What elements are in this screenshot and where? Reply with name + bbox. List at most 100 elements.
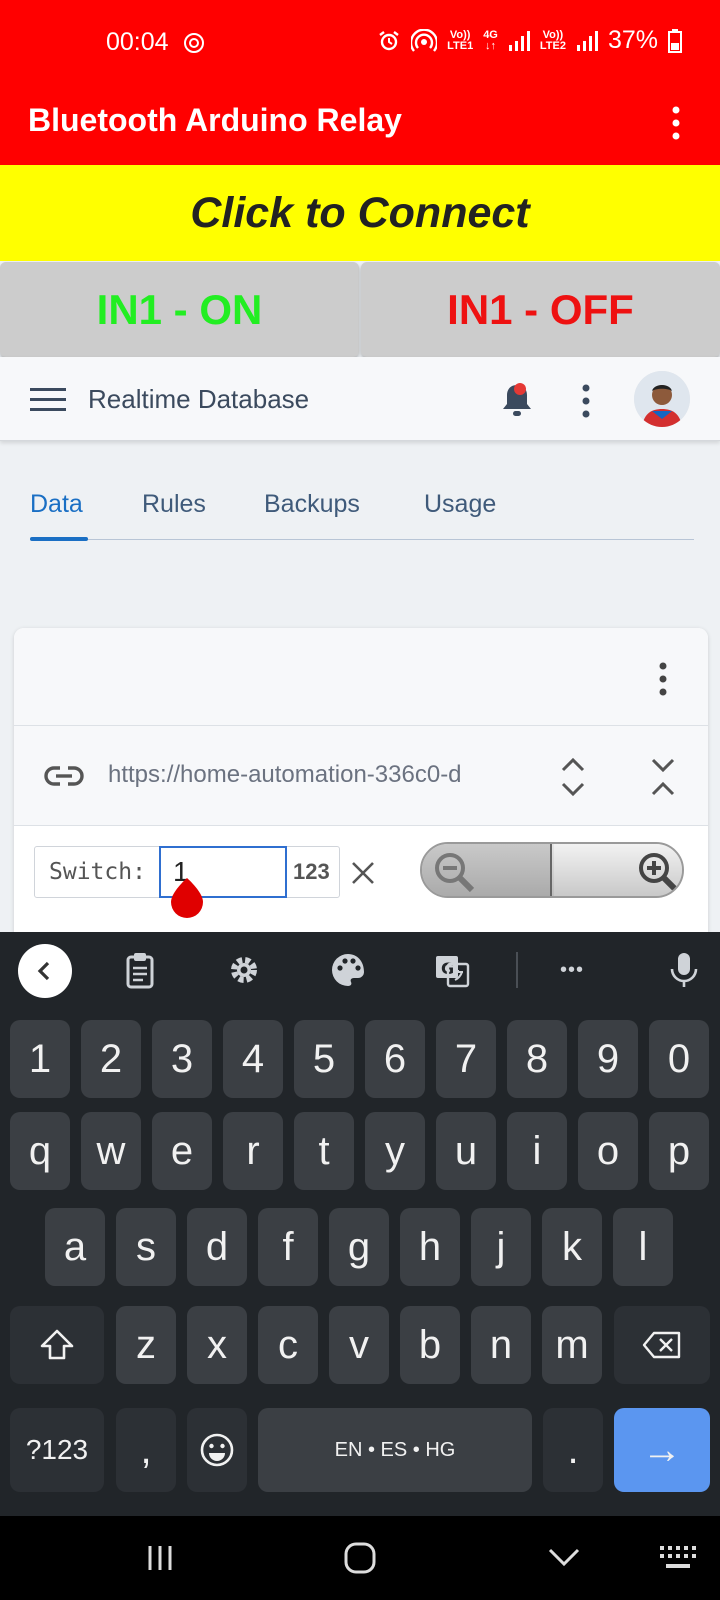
tab-usage[interactable]: Usage bbox=[424, 490, 496, 519]
key-6[interactable]: 6 bbox=[365, 1020, 425, 1098]
key-2[interactable]: 2 bbox=[81, 1020, 141, 1098]
space-key[interactable]: EN • ES • HG bbox=[258, 1408, 532, 1492]
link-icon[interactable] bbox=[44, 762, 84, 790]
app-title: Bluetooth Arduino Relay bbox=[28, 102, 402, 138]
key-7[interactable]: 7 bbox=[436, 1020, 496, 1098]
keyboard-toolbar: G ••• bbox=[0, 932, 720, 1010]
key-u[interactable]: u bbox=[436, 1112, 496, 1190]
clipboard-icon[interactable] bbox=[120, 950, 160, 990]
card-header bbox=[14, 628, 708, 726]
key-i[interactable]: i bbox=[507, 1112, 567, 1190]
tab-rules[interactable]: Rules bbox=[142, 490, 206, 519]
key-m[interactable]: m bbox=[542, 1306, 602, 1384]
key-h[interactable]: h bbox=[400, 1208, 460, 1286]
key-f[interactable]: f bbox=[258, 1208, 318, 1286]
key-n[interactable]: n bbox=[471, 1306, 531, 1384]
key-0[interactable]: 0 bbox=[649, 1020, 709, 1098]
status-icons: Vo)) LTE1 4G ↓↑ Vo)) LTE2 37% bbox=[377, 26, 682, 55]
key-a[interactable]: a bbox=[45, 1208, 105, 1286]
navigation-bar bbox=[0, 1516, 720, 1600]
status-bar: 00:04 Vo)) LTE1 4G ↓↑ Vo)) LTE2 37% bbox=[0, 0, 720, 88]
emoji-icon bbox=[200, 1433, 234, 1467]
backspace-icon bbox=[642, 1331, 681, 1359]
keyboard: G ••• 1 2 3 4 5 6 7 8 9 0 q w e r t y u … bbox=[0, 932, 720, 1516]
battery-icon bbox=[668, 28, 682, 53]
connect-button[interactable]: Click to Connect bbox=[0, 165, 720, 261]
backspace-key[interactable] bbox=[614, 1306, 710, 1384]
zoom-in-button[interactable] bbox=[554, 844, 682, 896]
home-icon[interactable] bbox=[344, 1542, 376, 1574]
collapse-all-icon[interactable] bbox=[648, 756, 678, 798]
key-s[interactable]: s bbox=[116, 1208, 176, 1286]
translate-icon[interactable]: G bbox=[432, 950, 472, 990]
key-e[interactable]: e bbox=[152, 1112, 212, 1190]
key-5[interactable]: 5 bbox=[294, 1020, 354, 1098]
key-x[interactable]: x bbox=[187, 1306, 247, 1384]
symbols-key[interactable]: ?123 bbox=[10, 1408, 104, 1492]
comma-key[interactable]: , bbox=[116, 1408, 176, 1492]
key-c[interactable]: c bbox=[258, 1306, 318, 1384]
more-options-icon[interactable]: ••• bbox=[560, 950, 600, 990]
key-z[interactable]: z bbox=[116, 1306, 176, 1384]
key-b[interactable]: b bbox=[400, 1306, 460, 1384]
key-k[interactable]: k bbox=[542, 1208, 602, 1286]
tab-backups[interactable]: Backups bbox=[264, 490, 360, 519]
key-d[interactable]: d bbox=[187, 1208, 247, 1286]
key-t[interactable]: t bbox=[294, 1112, 354, 1190]
back-chevron-down-icon[interactable] bbox=[548, 1546, 580, 1570]
enter-key[interactable]: → bbox=[614, 1408, 710, 1492]
avatar[interactable] bbox=[634, 371, 690, 427]
keyboard-hide-icon[interactable] bbox=[658, 1544, 698, 1572]
key-y[interactable]: y bbox=[365, 1112, 425, 1190]
network-lte1: Vo)) LTE1 bbox=[447, 28, 474, 52]
zoom-control bbox=[420, 842, 684, 898]
tab-data[interactable]: Data bbox=[30, 490, 83, 519]
network-lte2: Vo)) LTE2 bbox=[539, 28, 566, 52]
key-9[interactable]: 9 bbox=[578, 1020, 638, 1098]
key-o[interactable]: o bbox=[578, 1112, 638, 1190]
key-w[interactable]: w bbox=[81, 1112, 141, 1190]
zoom-out-button[interactable] bbox=[422, 844, 552, 896]
relay-off-button[interactable]: IN1 - OFF bbox=[361, 262, 720, 357]
shift-icon bbox=[40, 1329, 74, 1360]
more-options-icon[interactable] bbox=[578, 383, 594, 419]
microphone-icon[interactable] bbox=[664, 950, 704, 990]
card-more-options-icon[interactable] bbox=[657, 662, 669, 696]
page-title: Realtime Database bbox=[88, 384, 310, 414]
key-4[interactable]: 4 bbox=[223, 1020, 283, 1098]
hamburger-menu-icon[interactable] bbox=[30, 387, 66, 413]
key-8[interactable]: 8 bbox=[507, 1020, 567, 1098]
emoji-key[interactable] bbox=[187, 1408, 247, 1492]
key-j[interactable]: j bbox=[471, 1208, 531, 1286]
key-q[interactable]: q bbox=[10, 1112, 70, 1190]
period-key[interactable]: . bbox=[543, 1408, 603, 1492]
key-3[interactable]: 3 bbox=[152, 1020, 212, 1098]
tab-bar: Data Rules Backups Usage bbox=[30, 478, 694, 541]
key-p[interactable]: p bbox=[649, 1112, 709, 1190]
expand-all-icon[interactable] bbox=[558, 756, 588, 798]
settings-gear-icon[interactable] bbox=[224, 950, 264, 990]
overflow-menu-icon[interactable] bbox=[664, 103, 688, 143]
key-l[interactable]: l bbox=[613, 1208, 673, 1286]
connect-label: Click to Connect bbox=[190, 188, 530, 237]
relay-on-button[interactable]: IN1 - ON bbox=[0, 262, 359, 357]
active-tab-indicator bbox=[30, 537, 88, 541]
key-r[interactable]: r bbox=[223, 1112, 283, 1190]
data-card: https://home-automation-336c0-d Switch: … bbox=[14, 628, 708, 948]
keyboard-back-button[interactable] bbox=[18, 944, 72, 998]
signal-icon bbox=[576, 30, 598, 51]
text-cursor-handle[interactable] bbox=[169, 874, 205, 918]
key-g[interactable]: g bbox=[329, 1208, 389, 1286]
hotspot-icon bbox=[411, 28, 438, 52]
close-icon[interactable] bbox=[350, 860, 376, 886]
alarm-icon bbox=[379, 30, 399, 50]
zoom-in-icon bbox=[639, 853, 679, 892]
key-v[interactable]: v bbox=[329, 1306, 389, 1384]
notification-bell-icon[interactable] bbox=[500, 381, 534, 419]
key-1[interactable]: 1 bbox=[10, 1020, 70, 1098]
numeric-mode-button[interactable]: 123 bbox=[293, 859, 330, 885]
shift-key[interactable] bbox=[10, 1306, 104, 1384]
zoom-out-icon bbox=[435, 853, 475, 892]
recent-apps-icon[interactable] bbox=[146, 1544, 174, 1572]
theme-palette-icon[interactable] bbox=[328, 950, 368, 990]
